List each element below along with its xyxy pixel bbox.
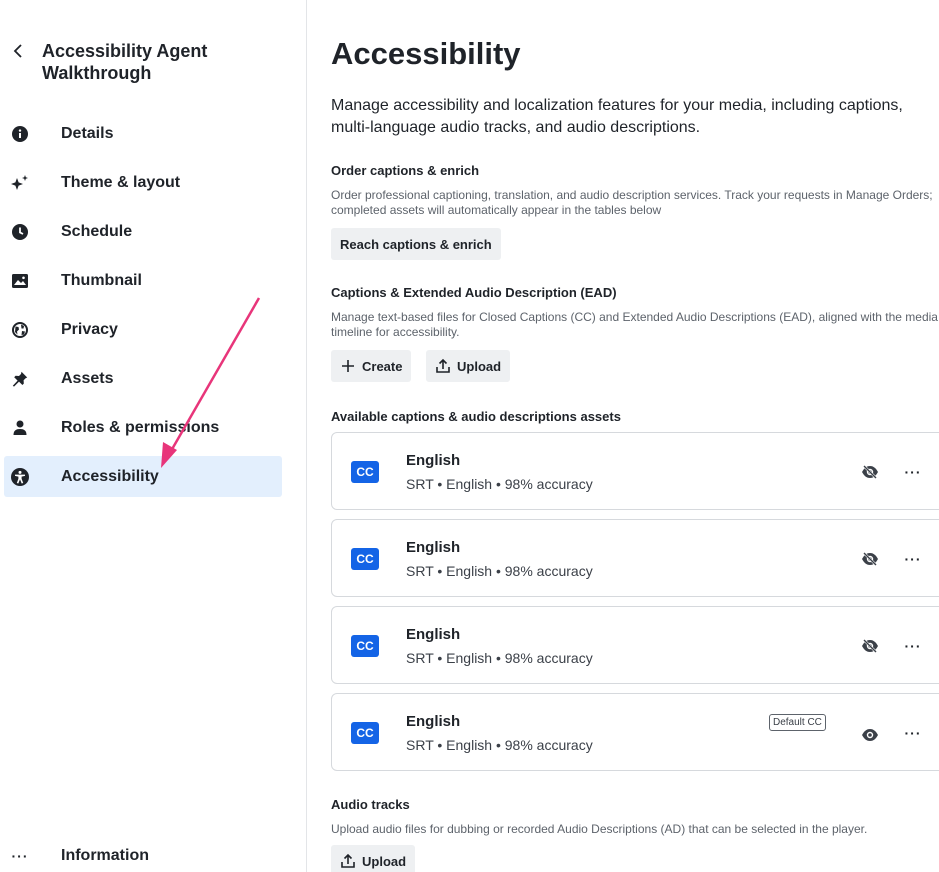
sidebar-nav: Details Theme & layout Schedule Thumbnai… — [4, 113, 282, 505]
available-assets-title: Available captions & audio descriptions … — [331, 409, 621, 424]
sidebar-item-thumbnail[interactable]: Thumbnail — [4, 260, 282, 301]
back-button[interactable]: Accessibility Agent Walkthrough — [8, 40, 242, 84]
main-content: Accessibility Manage accessibility and l… — [331, 0, 939, 872]
sidebar-item-schedule[interactable]: Schedule — [4, 211, 282, 252]
upload-audio-button[interactable]: Upload — [331, 845, 416, 872]
upload-icon — [435, 358, 451, 374]
cc-badge: CC — [351, 635, 379, 657]
info-icon — [10, 124, 30, 144]
cc-badge: CC — [351, 548, 379, 570]
eye-off-icon[interactable] — [860, 462, 880, 482]
accessibility-icon — [10, 467, 30, 487]
create-button[interactable]: Create — [331, 350, 412, 382]
caption-asset-card[interactable]: CC English SRT • English • 98% accuracy … — [331, 519, 939, 597]
asset-meta: SRT • English • 98% accuracy — [406, 650, 593, 666]
image-icon — [10, 271, 30, 291]
page-intro: Manage accessibility and localization fe… — [331, 97, 903, 136]
sidebar-item-label: Privacy — [61, 320, 118, 338]
sidebar-item-details[interactable]: Details — [4, 113, 282, 154]
order-section-desc: Order professional captioning, translati… — [331, 188, 933, 217]
asset-meta: SRT • English • 98% accuracy — [406, 563, 593, 579]
sidebar-item-label: Thumbnail — [61, 271, 142, 289]
upload-icon — [340, 853, 356, 869]
more-icon: ··· — [11, 848, 29, 864]
create-label: Create — [362, 358, 403, 374]
eye-off-icon[interactable] — [860, 549, 880, 569]
asset-name: English — [406, 539, 461, 556]
pin-icon — [10, 369, 30, 389]
sidebar-item-information[interactable]: ··· Information — [10, 846, 150, 866]
page-title: Accessibility — [331, 36, 521, 71]
sidebar-item-label: Accessibility — [61, 467, 159, 485]
sidebar-title: Accessibility Agent Walkthrough — [42, 41, 208, 83]
caption-asset-card[interactable]: CC English SRT • English • 98% accuracy … — [331, 432, 939, 510]
chevron-left-icon — [8, 40, 28, 62]
audio-tracks-desc: Upload audio files for dubbing or record… — [331, 822, 868, 836]
sidebar-item-roles-permissions[interactable]: Roles & permissions — [4, 407, 282, 448]
sidebar-item-theme-layout[interactable]: Theme & layout — [4, 162, 282, 203]
captions-section-desc: Manage text-based files for Closed Capti… — [331, 310, 938, 339]
caption-asset-card[interactable]: CC English SRT • English • 98% accuracy … — [331, 606, 939, 684]
captions-section-title: Captions & Extended Audio Description (E… — [331, 285, 617, 300]
upload-audio-label: Upload — [362, 853, 407, 869]
asset-name: English — [406, 626, 461, 643]
more-options-icon[interactable]: ··· — [901, 549, 925, 569]
sidebar-item-label: Roles & permissions — [61, 418, 220, 436]
sidebar: Accessibility Agent Walkthrough Details … — [0, 0, 307, 872]
asset-name: English — [406, 713, 461, 730]
eye-icon[interactable] — [860, 725, 880, 745]
person-icon — [10, 418, 30, 438]
default-cc-badge: Default CC — [769, 714, 826, 731]
eye-off-icon[interactable] — [860, 636, 880, 656]
upload-label: Upload — [457, 358, 502, 374]
sidebar-item-privacy[interactable]: Privacy — [4, 309, 282, 350]
asset-name: English — [406, 452, 461, 469]
sidebar-item-assets[interactable]: Assets — [4, 358, 282, 399]
clock-icon — [10, 222, 30, 242]
sparkle-icon — [10, 173, 30, 193]
reach-captions-button[interactable]: Reach captions & enrich — [331, 228, 501, 260]
reach-captions-label: Reach captions & enrich — [340, 236, 492, 252]
asset-meta: SRT • English • 98% accuracy — [406, 476, 593, 492]
cc-badge: CC — [351, 461, 379, 483]
sidebar-item-label: Schedule — [61, 222, 133, 240]
more-options-icon[interactable]: ··· — [901, 636, 925, 656]
caption-asset-card[interactable]: CC English SRT • English • 98% accuracy … — [331, 693, 939, 771]
sidebar-item-label: Details — [61, 124, 114, 142]
more-options-icon[interactable]: ··· — [901, 723, 925, 743]
more-options-icon[interactable]: ··· — [901, 462, 925, 482]
globe-icon — [10, 320, 30, 340]
plus-icon — [340, 358, 356, 374]
sidebar-item-label: Theme & layout — [61, 173, 181, 191]
audio-tracks-title: Audio tracks — [331, 797, 410, 812]
sidebar-item-label: Information — [61, 847, 149, 864]
asset-meta: SRT • English • 98% accuracy — [406, 737, 593, 753]
upload-captions-button[interactable]: Upload — [426, 350, 511, 382]
order-section-title: Order captions & enrich — [331, 163, 480, 178]
sidebar-item-label: Assets — [61, 369, 114, 387]
sidebar-item-accessibility[interactable]: Accessibility — [4, 456, 282, 497]
cc-badge: CC — [351, 722, 379, 744]
